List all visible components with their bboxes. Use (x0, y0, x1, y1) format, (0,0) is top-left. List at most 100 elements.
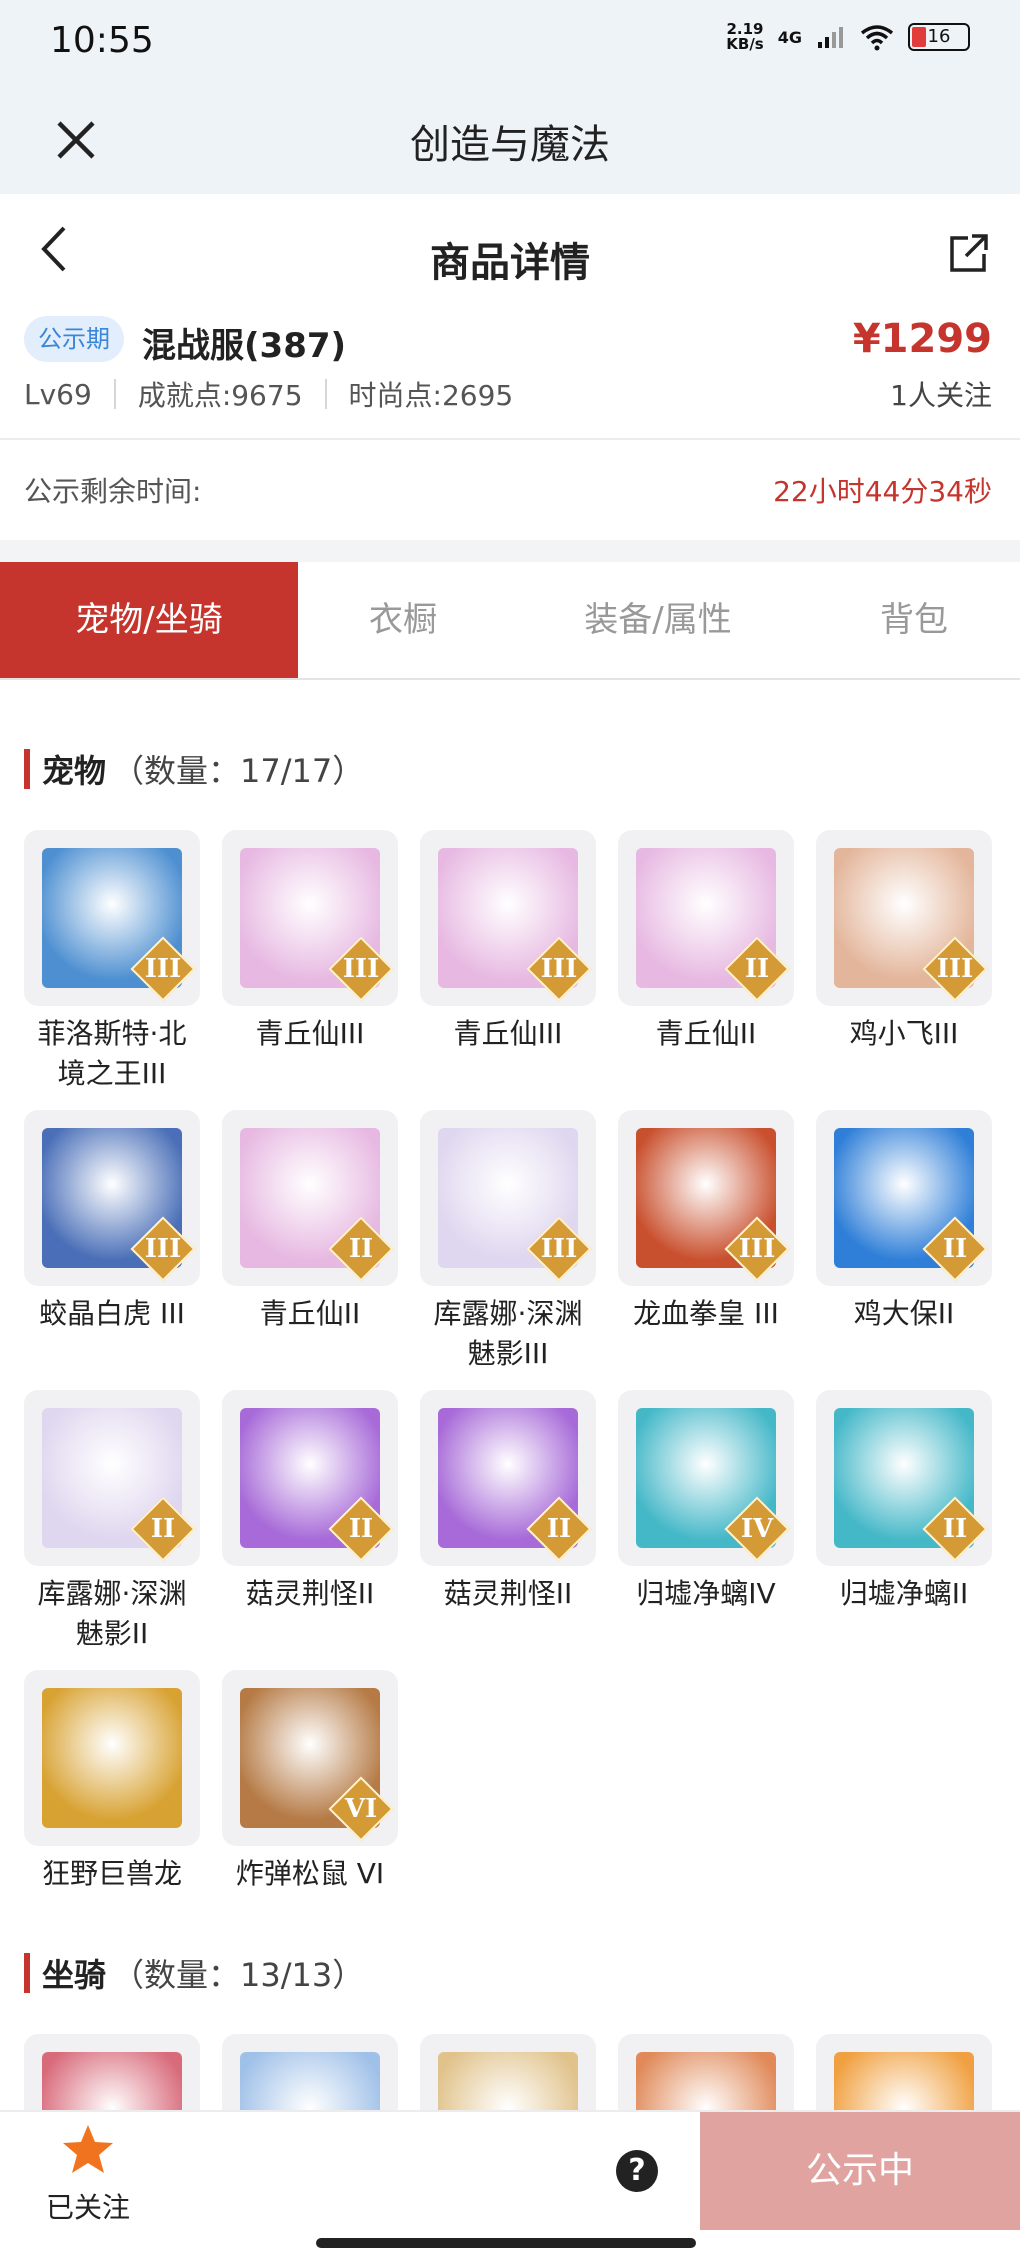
app-bar: 创造与魔法 (0, 90, 1020, 194)
pets-section-header: 宠物 （数量：17/17） (24, 746, 364, 792)
pet-item[interactable]: II 鸡大保II (816, 1110, 992, 1334)
tier-label: II (942, 1514, 968, 1544)
server-name: 混战服(387) (142, 326, 347, 366)
mount-item[interactable] (222, 2034, 398, 2110)
follow-label: 已关注 (45, 2191, 130, 2224)
tier-label: II (942, 1234, 968, 1264)
pet-card: III (816, 830, 992, 1006)
pet-card: II (420, 1390, 596, 1566)
mount-card (816, 2034, 992, 2110)
tab-equipment[interactable]: 装备/属性 (508, 562, 808, 678)
pet-item[interactable]: III 鸡小飞III (816, 830, 992, 1054)
status-badge: 公示期 (24, 316, 124, 362)
pet-card: III (222, 830, 398, 1006)
pet-item[interactable]: II 菇灵荆怪II (420, 1390, 596, 1614)
pet-item[interactable]: II 青丘仙II (222, 1110, 398, 1334)
mount-image (636, 2052, 776, 2110)
tier-label: III (144, 954, 182, 984)
pet-card: III (618, 1110, 794, 1286)
pet-item[interactable]: III 青丘仙III (420, 830, 596, 1054)
tier-label: III (144, 1234, 182, 1264)
page-title: 商品详情 (430, 240, 590, 286)
section-marker (24, 749, 30, 789)
fashion-points: 时尚点:2695 (348, 379, 514, 412)
follow-button[interactable]: 已关注 (38, 2122, 138, 2226)
tier-label: VI (344, 1794, 378, 1824)
home-indicator (316, 2238, 696, 2248)
pet-name: 青丘仙III (453, 1017, 563, 1050)
pet-item[interactable]: III 菲洛斯特·北 境之王III (24, 830, 200, 1094)
pet-item[interactable]: III 蛟晶白虎 III (24, 1110, 200, 1334)
pet-card: IV (618, 1390, 794, 1566)
price: ¥1299 (852, 316, 992, 362)
tab-backpack[interactable]: 背包 (808, 562, 1020, 678)
pet-card: II (24, 1390, 200, 1566)
public-status-button[interactable]: 公示中 (700, 2112, 1020, 2230)
pet-name: 菇灵荆怪II (245, 1577, 375, 1610)
tab-bar: 宠物/坐骑 衣橱 装备/属性 背包 (0, 562, 1020, 680)
pet-item[interactable]: III 青丘仙III (222, 830, 398, 1054)
countdown-row: 公示剩余时间: 22小时44分34秒 (0, 440, 1020, 540)
pet-name: 库露娜·深渊 魅影II (37, 1577, 187, 1650)
pet-card: VI (222, 1670, 398, 1846)
section-marker (24, 1953, 30, 1993)
pet-name: 蛟晶白虎 III (39, 1297, 185, 1330)
pet-card: II (222, 1110, 398, 1286)
tier-label: II (546, 1514, 572, 1544)
mount-item[interactable] (816, 2034, 992, 2110)
tier-label: III (738, 1234, 776, 1264)
mount-item[interactable] (24, 2034, 200, 2110)
tier-label: IV (740, 1514, 774, 1544)
pet-item[interactable]: VI 炸弹松鼠 VI (222, 1670, 398, 1894)
countdown-label: 公示剩余时间: (24, 475, 202, 508)
tier-label: III (540, 1234, 578, 1264)
mount-card (420, 2034, 596, 2110)
pet-name: 归墟净螭II (839, 1577, 969, 1610)
share-icon (950, 234, 988, 272)
pet-name: 龙血拳皇 III (633, 1297, 779, 1330)
pet-item[interactable]: II 归墟净螭II (816, 1390, 992, 1614)
help-icon[interactable]: ? (616, 2150, 658, 2192)
share-button[interactable] (946, 232, 990, 276)
tab-wardrobe[interactable]: 衣橱 (298, 562, 508, 678)
pet-item[interactable]: III 库露娜·深渊 魅影III (420, 1110, 596, 1374)
pet-card (24, 1670, 200, 1846)
tier-label: II (348, 1514, 374, 1544)
pet-image (42, 1688, 182, 1828)
pet-item[interactable]: II 库露娜·深渊 魅影II (24, 1390, 200, 1654)
mount-image (834, 2052, 974, 2110)
pet-card: II (618, 830, 794, 1006)
achievement-points: 成就点:9675 (137, 379, 303, 412)
pet-card: III (420, 1110, 596, 1286)
mount-image (438, 2052, 578, 2110)
pet-item[interactable]: III 龙血拳皇 III (618, 1110, 794, 1334)
pet-card: III (24, 1110, 200, 1286)
mount-image (42, 2052, 182, 2110)
app-title: 创造与魔法 (410, 122, 610, 168)
level: Lv69 (24, 377, 92, 411)
pet-item[interactable]: II 青丘仙II (618, 830, 794, 1054)
tier-label: II (150, 1514, 176, 1544)
status-icons: 2.19 KB/s 4G 16 (726, 22, 970, 52)
pet-name: 青丘仙II (259, 1297, 361, 1330)
item-info: 公示期 混战服(387) ¥1299 Lv69 成就点:9675 时尚点:269… (0, 310, 1020, 440)
status-bar: 10:55 2.19 KB/s 4G 16 (0, 0, 1020, 90)
section-title: 宠物 (42, 752, 107, 790)
mount-card (24, 2034, 200, 2110)
status-time: 10:55 (50, 20, 154, 61)
mount-item[interactable] (618, 2034, 794, 2110)
mount-item[interactable] (420, 2034, 596, 2110)
wifi-icon (860, 25, 894, 51)
mount-card (618, 2034, 794, 2110)
follower-count: 1人关注 (890, 379, 992, 412)
section-count: （数量：17/17） (112, 752, 365, 790)
tab-pets-mounts[interactable]: 宠物/坐骑 (0, 562, 298, 678)
pet-item[interactable]: II 菇灵荆怪II (222, 1390, 398, 1614)
pet-name: 鸡小飞III (849, 1017, 959, 1050)
pet-item[interactable]: 狂野巨兽龙 (24, 1670, 200, 1894)
pet-item[interactable]: IV 归墟净螭IV (618, 1390, 794, 1614)
nav-bar: 商品详情 (0, 194, 1020, 314)
pet-card: II (222, 1390, 398, 1566)
star-icon (63, 2125, 113, 2173)
section-title: 坐骑 (42, 1956, 107, 1994)
